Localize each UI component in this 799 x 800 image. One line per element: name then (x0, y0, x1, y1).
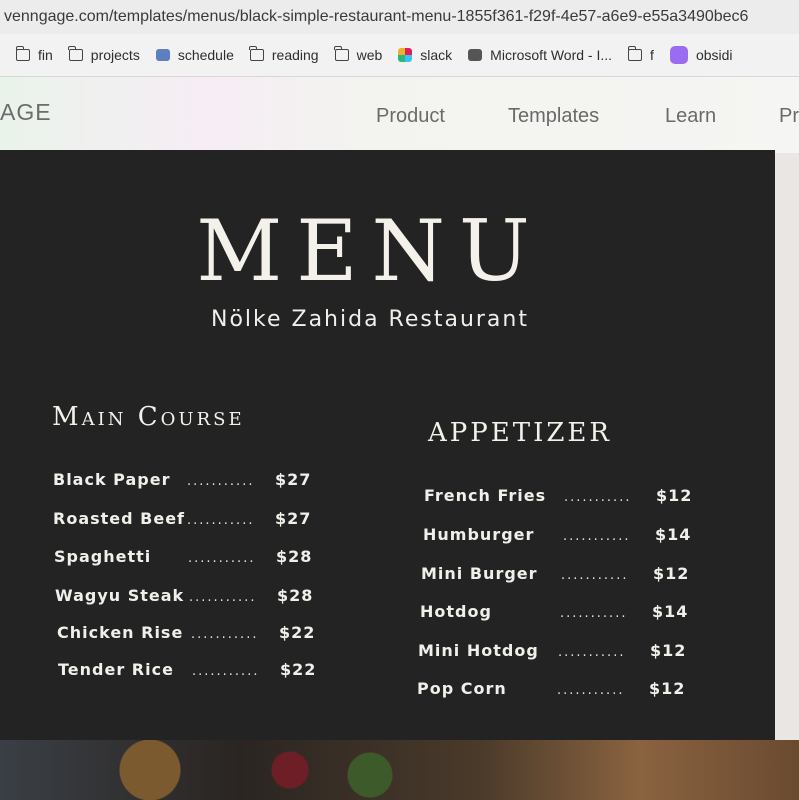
bookmark-reading[interactable]: reading (249, 46, 319, 63)
dot-leader: ........... (187, 513, 255, 528)
list-item: Tender Rice ........... $22 (58, 660, 318, 679)
item-price: $27 (275, 470, 312, 489)
dot-leader: ........... (558, 645, 626, 660)
list-item: Spaghetti ........... $28 (54, 547, 314, 566)
item-name: Black Paper (53, 470, 171, 489)
item-price: $14 (652, 602, 689, 621)
folder-icon (249, 46, 264, 61)
item-name: Roasted Beef (53, 509, 186, 528)
main-course-heading: Main Course (52, 402, 245, 432)
bookmark-f[interactable]: f (627, 46, 654, 63)
dot-leader: ........... (188, 551, 256, 566)
dot-leader: ........... (189, 590, 257, 605)
obsidian-icon (669, 46, 688, 64)
url-text: venngage.com/templates/menus/black-simpl… (4, 8, 749, 25)
dot-leader: ........... (561, 568, 629, 583)
item-price: $28 (276, 547, 313, 566)
nav-pricing[interactable]: Pr (779, 105, 799, 128)
item-name: Tender Rice (58, 660, 174, 679)
bookmark-word[interactable]: Microsoft Word - I... (468, 47, 612, 63)
menu-template-preview[interactable]: MENU Nölke Zahida Restaurant Main Course… (0, 150, 775, 740)
folder-icon (15, 46, 30, 61)
item-price: $12 (650, 641, 687, 660)
bookmark-projects[interactable]: projects (68, 46, 140, 63)
list-item: Humburger ........... $14 (423, 525, 693, 544)
list-item: Mini Burger ........... $12 (421, 564, 691, 583)
dot-leader: ........... (187, 474, 255, 489)
list-item: Chicken Rise ........... $22 (57, 623, 317, 642)
list-item: French Fries ........... $12 (424, 486, 694, 505)
list-item: Pop Corn ........... $12 (417, 679, 687, 698)
list-item: Roasted Beef ........... $27 (53, 509, 313, 528)
list-item: Mini Hotdog ........... $12 (418, 641, 688, 660)
folder-icon (68, 46, 83, 61)
restaurant-name: Nölke Zahida Restaurant (210, 307, 529, 332)
folder-icon (334, 46, 349, 61)
item-price: $12 (653, 564, 690, 583)
nav-learn[interactable]: Learn (665, 105, 716, 128)
dot-leader: ........... (563, 529, 631, 544)
site-logo[interactable]: AGE (0, 99, 52, 126)
item-price: $27 (275, 509, 312, 528)
list-item: Wagyu Steak ........... $28 (55, 586, 315, 605)
list-item: Black Paper ........... $27 (53, 470, 313, 489)
item-name: Spaghetti (54, 547, 152, 566)
item-price: $12 (649, 679, 686, 698)
dot-leader: ........... (191, 627, 259, 642)
dot-leader: ........... (192, 664, 260, 679)
item-price: $22 (279, 623, 316, 642)
item-name: Wagyu Steak (55, 586, 185, 605)
item-price: $28 (277, 586, 314, 605)
item-name: French Fries (424, 486, 547, 505)
bookmark-fin[interactable]: fin (15, 46, 53, 63)
item-name: Humburger (423, 525, 535, 544)
item-name: Mini Burger (421, 564, 538, 583)
item-name: Pop Corn (417, 679, 507, 698)
dot-leader: ........... (560, 606, 628, 621)
item-name: Hotdog (420, 602, 492, 621)
schedule-icon (155, 49, 170, 61)
dot-leader: ........... (564, 490, 632, 505)
bookmark-slack[interactable]: slack (398, 47, 452, 63)
address-bar[interactable]: venngage.com/templates/menus/black-simpl… (0, 0, 799, 34)
item-price: $12 (656, 486, 693, 505)
dot-leader: ........... (557, 683, 625, 698)
menu-title: MENU (196, 202, 544, 300)
nav-product[interactable]: Product (376, 105, 445, 128)
item-price: $22 (280, 660, 317, 679)
food-photo (0, 740, 799, 800)
bookmark-obsidian[interactable]: obsidi (669, 46, 733, 64)
folder-icon (627, 46, 643, 61)
item-name: Chicken Rise (57, 623, 184, 642)
bookmark-web[interactable]: web (334, 46, 382, 63)
item-name: Mini Hotdog (418, 641, 539, 660)
word-icon (468, 49, 483, 61)
item-price: $14 (655, 525, 692, 544)
nav-templates[interactable]: Templates (508, 105, 599, 128)
appetizer-heading: APPETIZER (428, 418, 612, 448)
bookmark-schedule[interactable]: schedule (155, 47, 234, 63)
list-item: Hotdog ........... $14 (420, 602, 690, 621)
bookmarks-bar: fin projects schedule reading web slack … (0, 34, 799, 77)
site-header: AGE Product Templates Learn Pr (0, 77, 799, 153)
slack-icon (398, 48, 413, 62)
